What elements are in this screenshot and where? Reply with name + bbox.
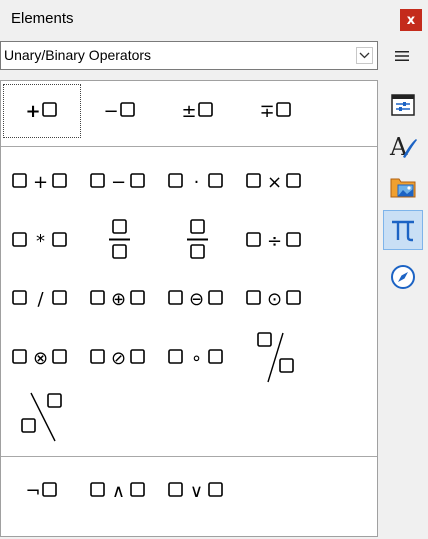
operator-symbol: ∘ bbox=[191, 348, 202, 369]
concatenate-icon: ∘ bbox=[168, 348, 223, 369]
sidebar-properties-button[interactable] bbox=[383, 85, 423, 125]
sidebar-styles-button[interactable]: A bbox=[383, 126, 423, 166]
operator-symbol: ∨ bbox=[190, 481, 203, 502]
wide-backslash-icon bbox=[21, 392, 62, 442]
operator-symbol: ∓ bbox=[259, 101, 274, 122]
gallery-icon bbox=[389, 174, 417, 200]
wide-slash-icon bbox=[257, 332, 294, 383]
sidebar-elements-button[interactable] bbox=[383, 210, 423, 250]
element-plus-minus[interactable]: ± bbox=[159, 84, 237, 138]
styles-icon: A bbox=[388, 131, 418, 161]
close-icon: x bbox=[406, 12, 416, 28]
element-wide-slash[interactable] bbox=[237, 331, 315, 385]
elements-panel: + − ± ∓ + − · × * ÷ / ⊕ ⊖ ⊙ ⊗ ⊘ ∘ ¬ ∧ ∨ bbox=[0, 80, 378, 537]
element-subtraction[interactable]: − bbox=[81, 155, 159, 209]
operator-symbol: ± bbox=[181, 101, 196, 122]
circled-slash-icon: ⊘ bbox=[90, 348, 145, 369]
fraction-wide-icon bbox=[187, 219, 208, 259]
element-boolean-not[interactable]: ¬ bbox=[3, 464, 81, 518]
element-boolean-and[interactable]: ∧ bbox=[81, 464, 159, 518]
boolean-or-icon: ∨ bbox=[168, 481, 223, 502]
category-dropdown[interactable]: Unary/Binary Operators bbox=[0, 41, 378, 70]
operator-symbol: ⊖ bbox=[189, 289, 204, 310]
pi-icon bbox=[389, 217, 417, 243]
hamburger-menu-icon bbox=[395, 51, 409, 61]
group-separator bbox=[1, 456, 377, 457]
sidebar-navigator-button[interactable] bbox=[383, 257, 423, 297]
element-negative-sign[interactable]: − bbox=[81, 84, 159, 138]
element-positive-sign[interactable]: + bbox=[3, 84, 81, 138]
element-circled-times[interactable]: ⊗ bbox=[3, 331, 81, 385]
element-multiplication-x[interactable]: × bbox=[237, 155, 315, 209]
addition-icon: + bbox=[12, 172, 67, 193]
sidebar-gallery-button[interactable] bbox=[383, 167, 423, 207]
operator-symbol: ⊕ bbox=[111, 289, 126, 310]
element-circled-slash[interactable]: ⊘ bbox=[81, 331, 159, 385]
fraction-icon bbox=[109, 219, 130, 259]
element-fraction[interactable] bbox=[81, 214, 159, 268]
operator-symbol: * bbox=[36, 231, 45, 252]
operator-symbol: − bbox=[111, 172, 126, 193]
circled-dot-icon: ⊙ bbox=[246, 289, 301, 310]
negative-sign-icon: − bbox=[103, 101, 135, 122]
chevron-down-icon[interactable] bbox=[356, 47, 373, 64]
close-button[interactable]: x bbox=[400, 9, 422, 31]
title-bar: Elements x bbox=[0, 0, 428, 38]
element-fraction-wide[interactable] bbox=[159, 214, 237, 268]
boolean-not-icon: ¬ bbox=[25, 481, 57, 502]
minus-plus-icon: ∓ bbox=[259, 101, 291, 122]
element-multiplication-asterisk[interactable]: * bbox=[3, 214, 81, 268]
element-addition[interactable]: + bbox=[3, 155, 81, 209]
multiplication-asterisk-icon: * bbox=[12, 231, 67, 252]
element-multiplication-dot[interactable]: · bbox=[159, 155, 237, 209]
operator-symbol: ∧ bbox=[112, 481, 125, 502]
element-circled-plus[interactable]: ⊕ bbox=[81, 272, 159, 326]
positive-sign-icon: + bbox=[25, 101, 57, 122]
element-circled-dot[interactable]: ⊙ bbox=[237, 272, 315, 326]
operator-symbol: + bbox=[25, 101, 40, 122]
navigator-icon bbox=[389, 263, 417, 291]
window-title: Elements bbox=[11, 10, 74, 27]
operator-symbol: + bbox=[33, 172, 48, 193]
properties-icon bbox=[390, 93, 416, 117]
operator-symbol: ¬ bbox=[25, 481, 40, 502]
circled-minus-icon: ⊖ bbox=[168, 289, 223, 310]
element-concatenate[interactable]: ∘ bbox=[159, 331, 237, 385]
element-wide-backslash[interactable] bbox=[3, 389, 81, 443]
multiplication-x-icon: × bbox=[246, 172, 301, 193]
operator-symbol: ÷ bbox=[267, 231, 282, 252]
operator-symbol: ⊙ bbox=[267, 289, 282, 310]
operator-symbol: ⊘ bbox=[111, 348, 126, 369]
operator-symbol: / bbox=[37, 289, 44, 310]
circled-plus-icon: ⊕ bbox=[90, 289, 145, 310]
boolean-and-icon: ∧ bbox=[90, 481, 145, 502]
plus-minus-icon: ± bbox=[181, 101, 213, 122]
operator-symbol: · bbox=[194, 172, 200, 193]
operator-symbol: ⊗ bbox=[33, 348, 48, 369]
element-minus-plus[interactable]: ∓ bbox=[237, 84, 315, 138]
hamburger-menu-button[interactable] bbox=[391, 46, 413, 66]
division-slash-icon: / bbox=[12, 289, 67, 310]
group-separator bbox=[1, 146, 377, 147]
multiplication-dot-icon: · bbox=[168, 172, 223, 193]
element-circled-minus[interactable]: ⊖ bbox=[159, 272, 237, 326]
element-division-slash[interactable]: / bbox=[3, 272, 81, 326]
division-icon: ÷ bbox=[246, 231, 301, 252]
operator-symbol: × bbox=[267, 172, 282, 193]
category-dropdown-value: Unary/Binary Operators bbox=[4, 47, 152, 63]
circled-times-icon: ⊗ bbox=[12, 348, 67, 369]
element-division[interactable]: ÷ bbox=[237, 214, 315, 268]
operator-symbol: − bbox=[103, 101, 118, 122]
element-boolean-or[interactable]: ∨ bbox=[159, 464, 237, 518]
subtraction-icon: − bbox=[90, 172, 145, 193]
